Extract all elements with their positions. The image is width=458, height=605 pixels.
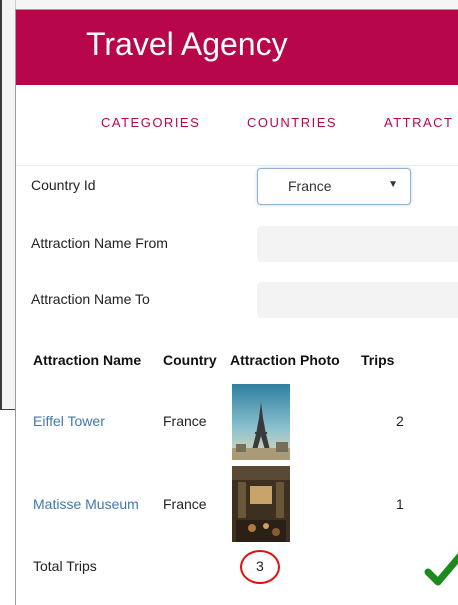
nav-attractions-link[interactable]: ATTRACT — [384, 115, 453, 130]
background-window-lower — [0, 410, 15, 605]
column-header-trips: Trips — [361, 352, 395, 368]
row-country: France — [163, 496, 207, 512]
museum-photo — [232, 466, 290, 542]
row-country: France — [163, 413, 207, 429]
app-header: Travel Agency — [16, 10, 458, 85]
country-id-row: Country Id France ▼ — [16, 168, 458, 208]
attraction-link-matisse-museum[interactable]: Matisse Museum — [33, 496, 139, 512]
name-from-input[interactable] — [257, 226, 458, 262]
country-id-label: Country Id — [31, 177, 96, 193]
screen: Travel Agency CATEGORIES COUNTRIES ATTRA… — [0, 0, 458, 605]
background-window-border — [0, 0, 2, 410]
country-id-value: France — [288, 178, 332, 194]
name-to-input[interactable] — [257, 282, 458, 318]
column-header-attraction-name: Attraction Name — [33, 352, 142, 368]
eiffel-tower-photo — [232, 384, 290, 460]
checkmark-icon — [424, 550, 458, 590]
name-to-label: Attraction Name To — [31, 291, 150, 307]
name-to-row: Attraction Name To — [16, 282, 458, 322]
attraction-link-eiffel-tower[interactable]: Eiffel Tower — [33, 413, 105, 429]
country-id-select[interactable]: France ▼ — [257, 168, 411, 205]
row-trips: 1 — [396, 496, 404, 512]
top-nav: CATEGORIES COUNTRIES ATTRACT — [16, 85, 458, 166]
column-header-country: Country — [163, 352, 217, 368]
highlight-circle — [240, 550, 280, 584]
name-from-label: Attraction Name From — [31, 235, 168, 251]
nav-categories-link[interactable]: CATEGORIES — [101, 115, 200, 130]
row-trips: 2 — [396, 413, 404, 429]
background-window — [0, 0, 16, 410]
dropdown-caret-icon: ▼ — [388, 179, 398, 190]
app-title: Travel Agency — [86, 26, 288, 62]
nav-countries-link[interactable]: COUNTRIES — [247, 115, 337, 130]
name-from-row: Attraction Name From — [16, 226, 458, 266]
total-trips-label: Total Trips — [33, 558, 97, 574]
column-header-attraction-photo: Attraction Photo — [230, 352, 340, 368]
app-window: Travel Agency CATEGORIES COUNTRIES ATTRA… — [15, 9, 458, 605]
